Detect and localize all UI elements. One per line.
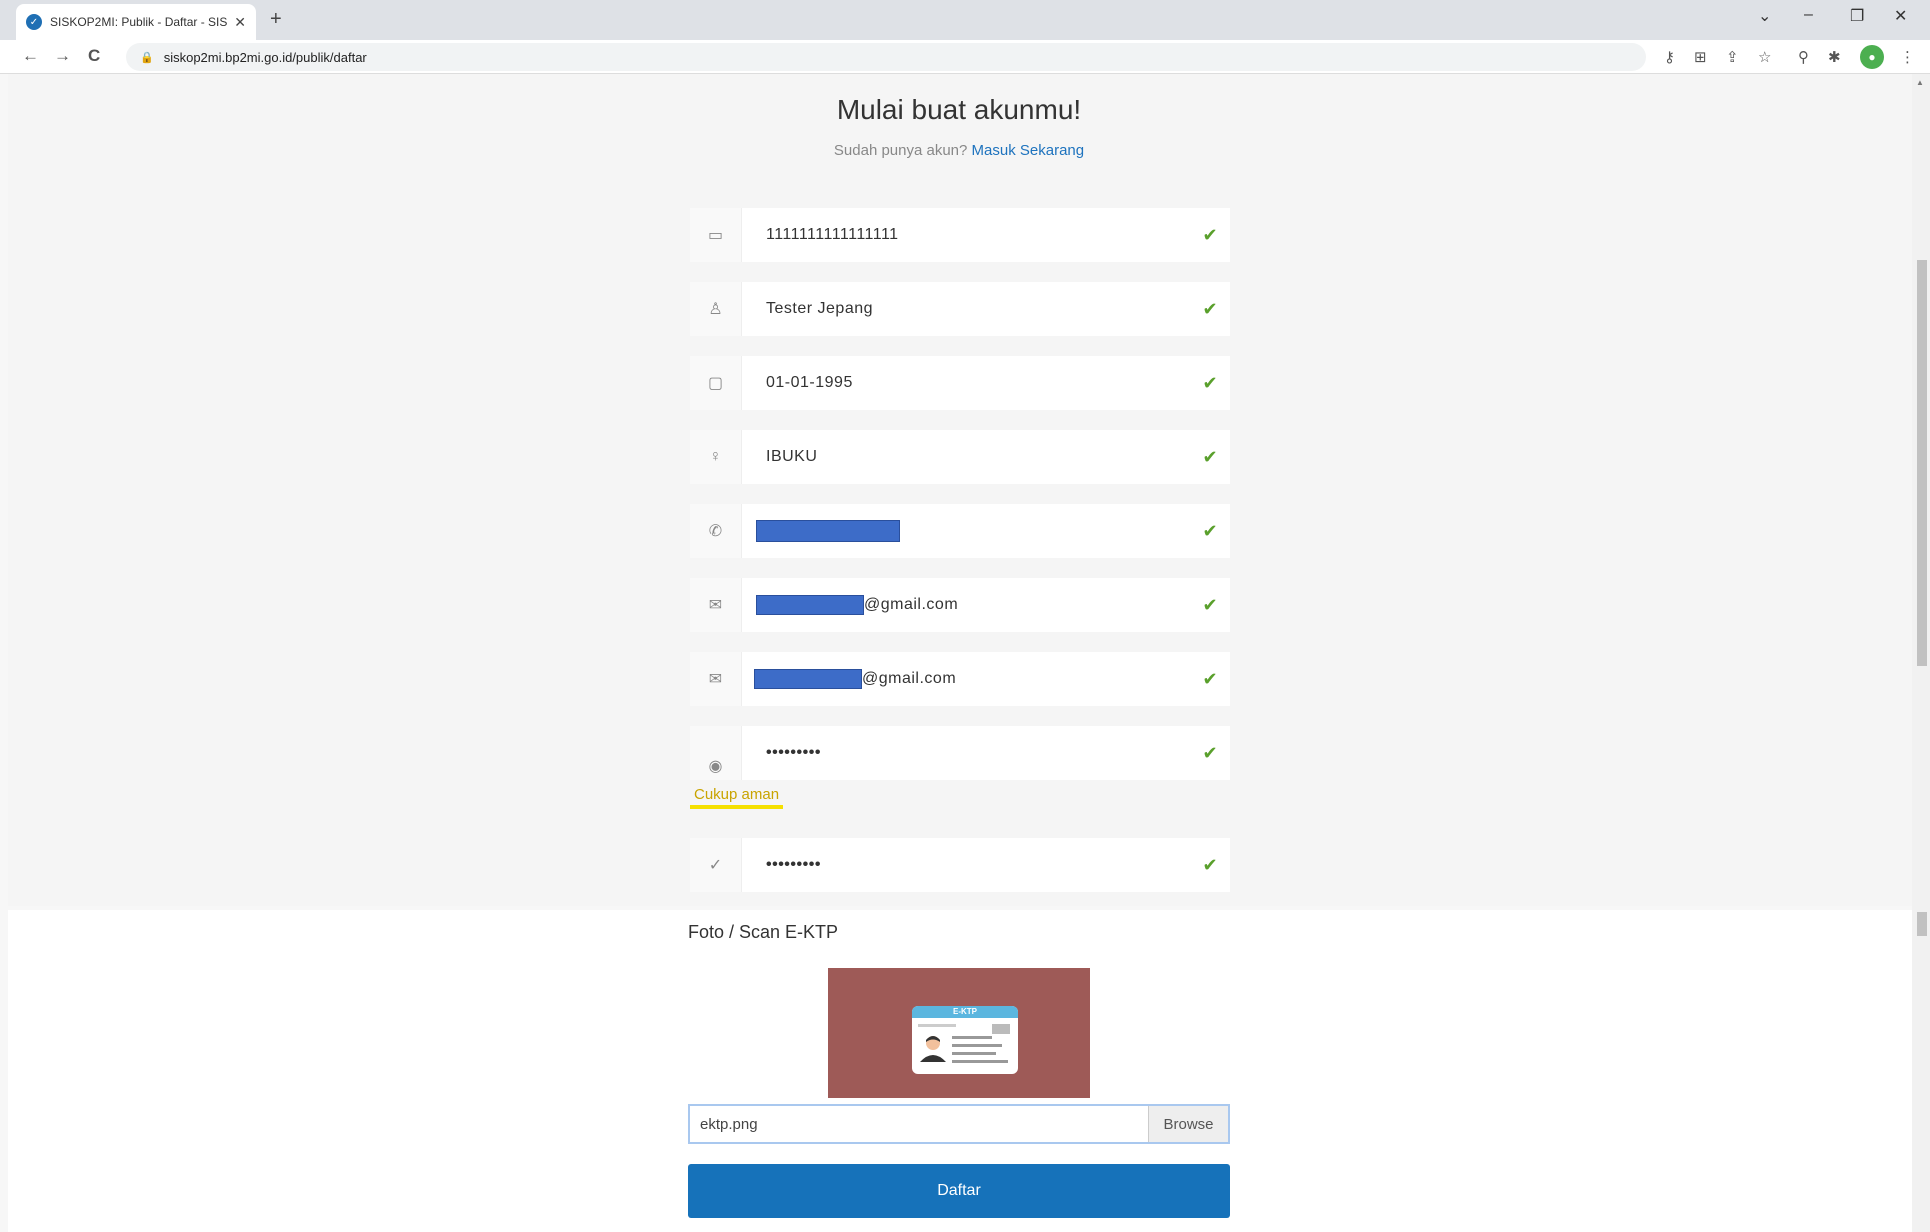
person-icon (920, 1036, 946, 1062)
redacted-block (756, 595, 864, 615)
valid-check-icon: ✔ (1202, 298, 1218, 319)
card-text-line (952, 1044, 1002, 1047)
password-confirm-field[interactable]: ✓ ••••••••• ✔ (690, 838, 1230, 892)
id-card-icon: ▭ (690, 208, 742, 262)
minimize-icon[interactable]: – (1804, 6, 1813, 24)
id-card-illustration: E-KTP (912, 1006, 1018, 1074)
calendar-icon: ▢ (690, 356, 742, 410)
login-prompt-text: Sudah punya akun? (833, 142, 968, 159)
valid-check-icon: ✔ (1202, 520, 1218, 541)
reload-button[interactable]: C (88, 46, 100, 66)
page-title: Mulai buat akunmu! (836, 94, 1082, 125)
password-field[interactable]: ◉ ••••••••• ✔ (690, 726, 1230, 780)
name-field[interactable]: ♙ Tester Jepang ✔ (690, 282, 1230, 336)
scrollbar-thumb-secondary[interactable] (1917, 912, 1927, 936)
forward-button[interactable]: → (54, 46, 71, 66)
url-text: siskop2mi.bp2mi.go.id/publik/daftar (163, 49, 367, 65)
scrollbar-thumb[interactable] (1917, 260, 1927, 666)
nik-field[interactable]: ▭ 1111111111111111 ✔ (690, 208, 1230, 262)
profile-avatar[interactable]: ● (1860, 45, 1884, 69)
valid-check-icon: ✔ (1202, 224, 1218, 245)
page-scrollbar[interactable]: ▲ (1912, 74, 1930, 1232)
back-button[interactable]: ← (22, 46, 39, 66)
lock-icon: 🔒 (140, 51, 154, 64)
login-link[interactable]: Masuk Sekarang (972, 142, 1085, 159)
site-favicon-icon: ✓ (26, 14, 42, 30)
ektp-upload-label: Foto / Scan E-KTP (688, 922, 839, 942)
address-bar-row: ← → C 🔒 siskop2mi.bp2mi.go.id/publik/daf… (0, 40, 1930, 74)
checkmark-icon: ✓ (690, 838, 742, 892)
card-text-line (952, 1036, 992, 1039)
card-text-line (952, 1060, 1008, 1063)
window-close-icon[interactable]: ✕ (1894, 6, 1907, 26)
browser-menu-icon[interactable]: ⋮ (1900, 48, 1915, 66)
login-prompt: Sudah punya akun? Masuk Sekarang (0, 142, 1918, 159)
valid-check-icon: ✔ (1202, 594, 1218, 615)
nik-input[interactable]: 1111111111111111 (742, 226, 1190, 244)
mother-name-input[interactable]: IBUKU (742, 448, 1190, 466)
name-input[interactable]: Tester Jepang (742, 300, 1190, 318)
eye-icon[interactable]: ◉ (690, 726, 742, 780)
valid-check-icon: ✔ (1202, 742, 1218, 763)
translate-icon[interactable]: ⊞ (1694, 48, 1707, 66)
page-content: Mulai buat akunmu! Sudah punya akun? Mas… (0, 74, 1930, 1232)
password-strength-label: Cukup aman (690, 784, 784, 809)
female-icon: ♀ (690, 430, 742, 484)
scroll-up-icon[interactable]: ▲ (1916, 78, 1924, 87)
birth-date-field[interactable]: ▢ 01-01-1995 ✔ (690, 356, 1230, 410)
envelope-icon: ✉ (690, 578, 742, 632)
phone-icon: ✆ (690, 504, 742, 558)
valid-check-icon: ✔ (1202, 668, 1218, 689)
ektp-file-input[interactable]: ektp.png Browse (688, 1104, 1230, 1144)
birth-date-input[interactable]: 01-01-1995 (742, 374, 1190, 392)
email-suffix: @gmail.com (864, 596, 959, 613)
email-confirm-field[interactable]: ✉ @gmail.com ✔ (690, 652, 1230, 706)
browse-button[interactable]: Browse (1148, 1106, 1228, 1142)
email-input[interactable]: @gmail.com (742, 595, 1190, 615)
card-text-line (952, 1052, 996, 1055)
registration-panel (8, 74, 1922, 906)
extensions-puzzle-icon[interactable]: ✱ (1828, 48, 1841, 66)
valid-check-icon: ✔ (1202, 446, 1218, 467)
browser-tab[interactable]: ✓ SISKOP2MI: Publik - Daftar - SISK ✕ (16, 4, 256, 40)
card-text-line (992, 1024, 1010, 1034)
email-confirm-suffix: @gmail.com (862, 670, 957, 687)
ektp-card-band: E-KTP (912, 1006, 1018, 1018)
new-tab-button[interactable]: + (270, 8, 282, 31)
card-text-line (918, 1024, 956, 1027)
valid-check-icon: ✔ (1202, 854, 1218, 875)
redacted-block (754, 669, 862, 689)
browser-tab-bar: ✓ SISKOP2MI: Publik - Daftar - SISK ✕ + … (0, 0, 1930, 40)
restore-icon[interactable]: ❐ (1850, 6, 1864, 26)
email-field[interactable]: ✉ @gmail.com ✔ (690, 578, 1230, 632)
valid-check-icon: ✔ (1202, 372, 1218, 393)
file-name: ektp.png (700, 1115, 758, 1133)
tab-title: SISKOP2MI: Publik - Daftar - SISK (50, 15, 229, 29)
phone-input[interactable] (742, 520, 1190, 542)
user-icon: ♙ (690, 282, 742, 336)
register-button[interactable]: Daftar (688, 1164, 1230, 1218)
extension-pin-icon[interactable]: ⚲ (1798, 48, 1809, 66)
tab-close-icon[interactable]: ✕ (234, 14, 246, 31)
password-key-icon[interactable]: ⚷ (1664, 48, 1675, 66)
ektp-preview-image: E-KTP (828, 968, 1090, 1098)
password-input[interactable]: ••••••••• (742, 744, 1190, 762)
password-confirm-input[interactable]: ••••••••• (742, 856, 1190, 874)
envelope-icon: ✉ (690, 652, 742, 706)
tab-search-icon[interactable]: ⌄ (1758, 6, 1771, 26)
url-field[interactable]: 🔒 siskop2mi.bp2mi.go.id/publik/daftar (126, 43, 1646, 71)
mother-name-field[interactable]: ♀ IBUKU ✔ (690, 430, 1230, 484)
bookmark-star-icon[interactable]: ☆ (1758, 48, 1771, 66)
email-confirm-input[interactable]: @gmail.com (742, 669, 1190, 689)
phone-field[interactable]: ✆ ✔ (690, 504, 1230, 558)
share-icon[interactable]: ⇪ (1726, 48, 1739, 66)
redacted-block (756, 520, 900, 542)
